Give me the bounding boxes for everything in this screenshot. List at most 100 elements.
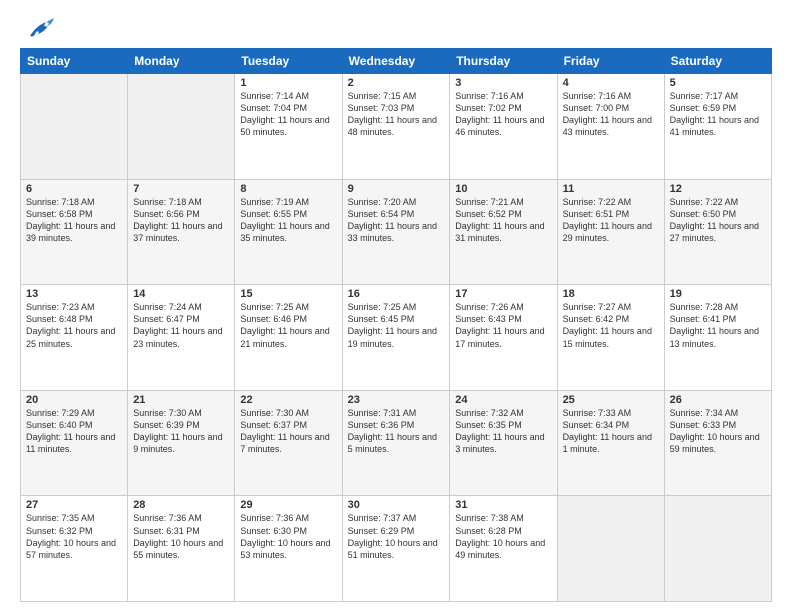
calendar-cell: [557, 496, 664, 602]
cell-info: Sunrise: 7:20 AMSunset: 6:54 PMDaylight:…: [348, 197, 437, 243]
cell-info: Sunrise: 7:18 AMSunset: 6:56 PMDaylight:…: [133, 197, 222, 243]
cell-info: Sunrise: 7:15 AMSunset: 7:03 PMDaylight:…: [348, 91, 437, 137]
day-number: 28: [133, 499, 229, 511]
day-number: 2: [348, 77, 445, 89]
day-number: 17: [455, 288, 551, 300]
calendar-cell: 23 Sunrise: 7:31 AMSunset: 6:36 PMDayligh…: [342, 390, 450, 496]
calendar-cell: 17 Sunrise: 7:26 AMSunset: 6:43 PMDayligh…: [450, 285, 557, 391]
day-number: 9: [348, 183, 445, 195]
cell-info: Sunrise: 7:17 AMSunset: 6:59 PMDaylight:…: [670, 91, 759, 137]
logo: [20, 18, 54, 40]
calendar-week-row: 20 Sunrise: 7:29 AMSunset: 6:40 PMDayligh…: [21, 390, 772, 496]
day-number: 13: [26, 288, 122, 300]
cell-info: Sunrise: 7:25 AMSunset: 6:45 PMDaylight:…: [348, 302, 437, 348]
calendar-cell: 3 Sunrise: 7:16 AMSunset: 7:02 PMDaylight…: [450, 74, 557, 180]
cell-info: Sunrise: 7:30 AMSunset: 6:39 PMDaylight:…: [133, 408, 222, 454]
calendar-cell: 5 Sunrise: 7:17 AMSunset: 6:59 PMDaylight…: [664, 74, 771, 180]
day-number: 18: [563, 288, 659, 300]
day-number: 27: [26, 499, 122, 511]
day-header-tuesday: Tuesday: [235, 49, 342, 74]
calendar-week-row: 1Sunrise: 7:14 AMSunset: 7:04 PMDaylight…: [21, 74, 772, 180]
calendar-cell: 4 Sunrise: 7:16 AMSunset: 7:00 PMDaylight…: [557, 74, 664, 180]
cell-info: Sunrise: 7:31 AMSunset: 6:36 PMDaylight:…: [348, 408, 437, 454]
header: [20, 18, 772, 40]
cell-info: Sunrise: 7:16 AMSunset: 7:00 PMDaylight:…: [563, 91, 652, 137]
calendar-cell: 22 Sunrise: 7:30 AMSunset: 6:37 PMDayligh…: [235, 390, 342, 496]
calendar-cell: 14 Sunrise: 7:24 AMSunset: 6:47 PMDayligh…: [128, 285, 235, 391]
day-number: 19: [670, 288, 766, 300]
page: SundayMondayTuesdayWednesdayThursdayFrid…: [0, 0, 792, 612]
calendar-cell: 13 Sunrise: 7:23 AMSunset: 6:48 PMDayligh…: [21, 285, 128, 391]
day-header-friday: Friday: [557, 49, 664, 74]
cell-info: Sunrise: 7:24 AMSunset: 6:47 PMDaylight:…: [133, 302, 222, 348]
day-number: 20: [26, 394, 122, 406]
day-number: 14: [133, 288, 229, 300]
calendar-cell: 1Sunrise: 7:14 AMSunset: 7:04 PMDaylight…: [235, 74, 342, 180]
day-header-wednesday: Wednesday: [342, 49, 450, 74]
day-number: 4: [563, 77, 659, 89]
calendar-cell: 20 Sunrise: 7:29 AMSunset: 6:40 PMDayligh…: [21, 390, 128, 496]
cell-info: Sunrise: 7:27 AMSunset: 6:42 PMDaylight:…: [563, 302, 652, 348]
calendar-cell: 7 Sunrise: 7:18 AMSunset: 6:56 PMDaylight…: [128, 179, 235, 285]
cell-info: Sunrise: 7:34 AMSunset: 6:33 PMDaylight:…: [670, 408, 760, 454]
day-number: 22: [240, 394, 336, 406]
day-header-monday: Monday: [128, 49, 235, 74]
cell-info: Sunrise: 7:38 AMSunset: 6:28 PMDaylight:…: [455, 513, 545, 559]
cell-info: Sunrise: 7:22 AMSunset: 6:51 PMDaylight:…: [563, 197, 652, 243]
calendar-table: SundayMondayTuesdayWednesdayThursdayFrid…: [20, 48, 772, 602]
cell-info: Sunrise: 7:30 AMSunset: 6:37 PMDaylight:…: [240, 408, 329, 454]
day-number: 5: [670, 77, 766, 89]
cell-info: Sunrise: 7:37 AMSunset: 6:29 PMDaylight:…: [348, 513, 438, 559]
day-header-sunday: Sunday: [21, 49, 128, 74]
calendar-cell: 21 Sunrise: 7:30 AMSunset: 6:39 PMDayligh…: [128, 390, 235, 496]
calendar-cell: 12 Sunrise: 7:22 AMSunset: 6:50 PMDayligh…: [664, 179, 771, 285]
calendar-cell: 24Sunrise: 7:32 AMSunset: 6:35 PMDayligh…: [450, 390, 557, 496]
cell-info: Sunrise: 7:21 AMSunset: 6:52 PMDaylight:…: [455, 197, 544, 243]
day-number: 10: [455, 183, 551, 195]
calendar-cell: 8Sunrise: 7:19 AMSunset: 6:55 PMDaylight…: [235, 179, 342, 285]
calendar-cell: 29 Sunrise: 7:36 AMSunset: 6:30 PMDayligh…: [235, 496, 342, 602]
day-number: 3: [455, 77, 551, 89]
day-header-saturday: Saturday: [664, 49, 771, 74]
day-number: 8: [240, 183, 336, 195]
calendar-cell: 25 Sunrise: 7:33 AMSunset: 6:34 PMDayligh…: [557, 390, 664, 496]
calendar-week-row: 6Sunrise: 7:18 AMSunset: 6:58 PMDaylight…: [21, 179, 772, 285]
cell-info: Sunrise: 7:35 AMSunset: 6:32 PMDaylight:…: [26, 513, 116, 559]
day-number: 29: [240, 499, 336, 511]
cell-info: Sunrise: 7:33 AMSunset: 6:34 PMDaylight:…: [563, 408, 652, 454]
day-number: 25: [563, 394, 659, 406]
day-number: 15: [240, 288, 336, 300]
day-number: 16: [348, 288, 445, 300]
calendar-cell: 28Sunrise: 7:36 AMSunset: 6:31 PMDayligh…: [128, 496, 235, 602]
calendar-cell: 2 Sunrise: 7:15 AMSunset: 7:03 PMDaylight…: [342, 74, 450, 180]
day-number: 31: [455, 499, 551, 511]
calendar-cell: [664, 496, 771, 602]
calendar-cell: 15 Sunrise: 7:25 AMSunset: 6:46 PMDayligh…: [235, 285, 342, 391]
calendar-cell: 6Sunrise: 7:18 AMSunset: 6:58 PMDaylight…: [21, 179, 128, 285]
cell-info: Sunrise: 7:25 AMSunset: 6:46 PMDaylight:…: [240, 302, 329, 348]
calendar-cell: 11 Sunrise: 7:22 AMSunset: 6:51 PMDayligh…: [557, 179, 664, 285]
cell-info: Sunrise: 7:23 AMSunset: 6:48 PMDaylight:…: [26, 302, 115, 348]
day-header-thursday: Thursday: [450, 49, 557, 74]
cell-info: Sunrise: 7:36 AMSunset: 6:30 PMDaylight:…: [240, 513, 330, 559]
day-number: 11: [563, 183, 659, 195]
day-number: 30: [348, 499, 445, 511]
day-number: 23: [348, 394, 445, 406]
cell-info: Sunrise: 7:29 AMSunset: 6:40 PMDaylight:…: [26, 408, 115, 454]
day-number: 7: [133, 183, 229, 195]
cell-info: Sunrise: 7:26 AMSunset: 6:43 PMDaylight:…: [455, 302, 544, 348]
cell-info: Sunrise: 7:16 AMSunset: 7:02 PMDaylight:…: [455, 91, 544, 137]
logo-bird-icon: [22, 18, 54, 40]
cell-info: Sunrise: 7:22 AMSunset: 6:50 PMDaylight:…: [670, 197, 759, 243]
calendar-cell: [128, 74, 235, 180]
calendar-cell: 30 Sunrise: 7:37 AMSunset: 6:29 PMDayligh…: [342, 496, 450, 602]
calendar-header-row: SundayMondayTuesdayWednesdayThursdayFrid…: [21, 49, 772, 74]
calendar-cell: 19Sunrise: 7:28 AMSunset: 6:41 PMDayligh…: [664, 285, 771, 391]
calendar-week-row: 27 Sunrise: 7:35 AMSunset: 6:32 PMDayligh…: [21, 496, 772, 602]
day-number: 21: [133, 394, 229, 406]
day-number: 24: [455, 394, 551, 406]
calendar-cell: [21, 74, 128, 180]
calendar-cell: 31 Sunrise: 7:38 AMSunset: 6:28 PMDayligh…: [450, 496, 557, 602]
calendar-week-row: 13 Sunrise: 7:23 AMSunset: 6:48 PMDayligh…: [21, 285, 772, 391]
day-number: 12: [670, 183, 766, 195]
